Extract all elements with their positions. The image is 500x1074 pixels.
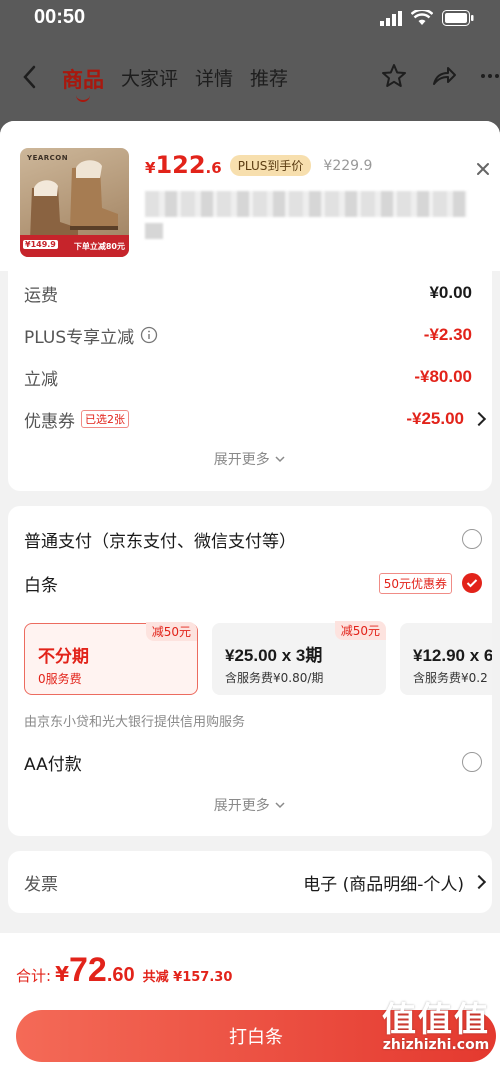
invoice-label: 发票 (24, 874, 58, 895)
coupon-selected-tag: 已选2张 (81, 410, 129, 428)
payment-option-label: 普通支付（京东支付、微信支付等） (24, 531, 296, 552)
total-integer: 72 (68, 951, 107, 989)
total-amount: 合计: ¥ 72 .60 共减 ¥157.30 (16, 951, 232, 990)
tab-details[interactable]: 详情 (195, 64, 233, 94)
fee-value: -¥2.30 (423, 325, 472, 344)
plan-main: ¥25.00 x 3期 (225, 646, 323, 665)
price-row: ¥ 122 .6 PLUS到手价 ¥229.9 (145, 151, 372, 179)
tab-recommend[interactable]: 推荐 (250, 64, 288, 94)
total-decimal: .60 (106, 964, 135, 986)
total-label: 合计: (16, 967, 52, 985)
invoice-row-inner: 发票 电子 (商品明细-个人) (24, 866, 487, 898)
fee-breakdown: 运费 ¥0.00 PLUS专享立减 -¥2.30 立减 -¥80.00 优惠券 … (8, 271, 492, 491)
expand-more-label: 展开更多 (213, 452, 270, 468)
payment-methods: 普通支付（京东支付、微信支付等） 白条 50元优惠券 减50元 不分期 0服务费… (8, 506, 492, 836)
installment-plan-none[interactable]: 减50元 不分期 0服务费 (24, 622, 198, 695)
radio-checked-icon[interactable] (462, 573, 482, 593)
blurred-product-title (145, 191, 467, 217)
chevron-right-icon (471, 411, 487, 427)
watermark-logo: 值值值 (382, 1000, 490, 1040)
price-currency: ¥ (145, 159, 156, 177)
product-header: YEARCON ¥149.9 下单立减80元 ¥ 122 .6 PLUS到手价 … (0, 121, 500, 271)
fee-label-wrap: PLUS专享立减 (24, 323, 158, 348)
fee-value: -¥25.00 (406, 409, 464, 428)
thumb-promo: 下单立减80元 (73, 242, 125, 251)
original-price: ¥229.9 (323, 158, 373, 174)
plan-discount-badge: 减50元 (145, 622, 197, 641)
fees-expand-more[interactable]: 展开更多 (8, 449, 492, 469)
watermark: 值值值 zhizhizhi.com (382, 992, 490, 1053)
radio-unchecked-icon[interactable] (462, 529, 482, 549)
fee-row-coupon[interactable]: 优惠券 已选2张 -¥25.00 (24, 403, 487, 435)
plan-sub: 含服务费¥0.2 (413, 671, 488, 685)
plan-main: 不分期 (38, 647, 89, 667)
installment-plans: 减50元 不分期 0服务费 减50元 ¥25.00 x 3期 含服务费¥0.80… (24, 621, 492, 699)
fee-row-plus: PLUS专享立减 -¥2.30 (24, 319, 472, 351)
status-bar: 00:50 (0, 0, 500, 40)
fee-label: PLUS专享立减 (24, 327, 135, 348)
wifi-icon (411, 10, 433, 25)
close-icon[interactable] (472, 158, 494, 180)
coupon-value-wrap: -¥25.00 (406, 409, 487, 429)
invoice-row[interactable]: 发票 电子 (商品明细-个人) (8, 851, 492, 913)
credit-provider-note: 由京东小贷和光大银行提供信用购服务 (24, 715, 246, 730)
price-decimal: .6 (205, 159, 222, 177)
payment-option-label: 白条 (24, 575, 58, 596)
star-icon[interactable] (380, 62, 408, 90)
nav-actions (380, 62, 500, 90)
total-savings: 共减 ¥157.30 (142, 970, 233, 985)
plan-main: ¥12.90 x 6期 (413, 646, 492, 665)
expand-more-label: 展开更多 (213, 798, 270, 814)
payment-option-normal[interactable]: 普通支付（京东支付、微信支付等） (24, 523, 482, 555)
fee-value: -¥80.00 (414, 367, 472, 386)
radio-unchecked-icon[interactable] (462, 752, 482, 772)
price-integer: 122 (155, 151, 206, 179)
fee-label: 运费 (24, 285, 58, 306)
blurred-product-title-2 (145, 223, 163, 239)
battery-icon (442, 10, 474, 26)
plan-sub: 含服务费¥0.80/期 (225, 671, 324, 685)
top-nav: 商品 大家评 详情 推荐 (0, 56, 500, 102)
thumb-price: ¥149.9 (23, 240, 58, 249)
payment-option-baitiao[interactable]: 白条 50元优惠券 (24, 567, 482, 599)
invoice-value: 电子 (商品明细-个人) (303, 874, 464, 895)
invoice-value-wrap: 电子 (商品明细-个人) (303, 870, 487, 895)
product-thumbnail[interactable]: YEARCON ¥149.9 下单立减80元 (20, 148, 129, 257)
plan-discount-badge: 减50元 (334, 621, 386, 640)
signal-icon (380, 10, 402, 26)
fee-label: 优惠券 (24, 411, 75, 432)
fee-label-wrap: 优惠券 已选2张 (24, 407, 129, 432)
fee-value: ¥0.00 (429, 283, 472, 302)
total-currency: ¥ (55, 962, 69, 986)
tab-product[interactable]: 商品 (62, 64, 104, 102)
fee-row-discount: 立减 -¥80.00 (24, 361, 472, 393)
share-icon[interactable] (430, 62, 458, 90)
chevron-down-icon (275, 802, 285, 809)
installment-plan-6[interactable]: ¥12.90 x 6期 含服务费¥0.2 (400, 623, 492, 695)
plus-price-badge: PLUS到手价 (229, 155, 312, 176)
check-icon (466, 579, 478, 588)
chevron-down-icon (275, 456, 285, 463)
nav-tabs: 商品 大家评 详情 推荐 (62, 64, 288, 102)
more-icon[interactable] (480, 62, 500, 90)
baitiao-coupon-tag: 50元优惠券 (378, 572, 452, 594)
info-icon[interactable] (140, 326, 158, 344)
back-icon[interactable] (16, 62, 46, 92)
chevron-right-icon (471, 874, 487, 890)
fee-row-shipping: 运费 ¥0.00 (24, 277, 472, 309)
status-icons (380, 10, 474, 26)
payment-option-aa[interactable]: AA付款 (24, 746, 482, 778)
fee-label: 立减 (24, 369, 58, 390)
payment-option-label: AA付款 (24, 754, 82, 775)
tab-reviews[interactable]: 大家评 (121, 64, 178, 94)
installment-plan-3[interactable]: 减50元 ¥25.00 x 3期 含服务费¥0.80/期 (212, 621, 386, 695)
status-time: 00:50 (34, 6, 86, 28)
checkout-sheet: YEARCON ¥149.9 下单立减80元 ¥ 122 .6 PLUS到手价 … (0, 121, 500, 1074)
thumb-promo-strip: ¥149.9 下单立减80元 (20, 235, 129, 257)
watermark-url: zhizhizhi.com (382, 1037, 490, 1053)
payment-expand-more[interactable]: 展开更多 (8, 795, 492, 815)
baitiao-right: 50元优惠券 (378, 572, 482, 594)
plan-sub: 0服务费 (38, 672, 82, 686)
